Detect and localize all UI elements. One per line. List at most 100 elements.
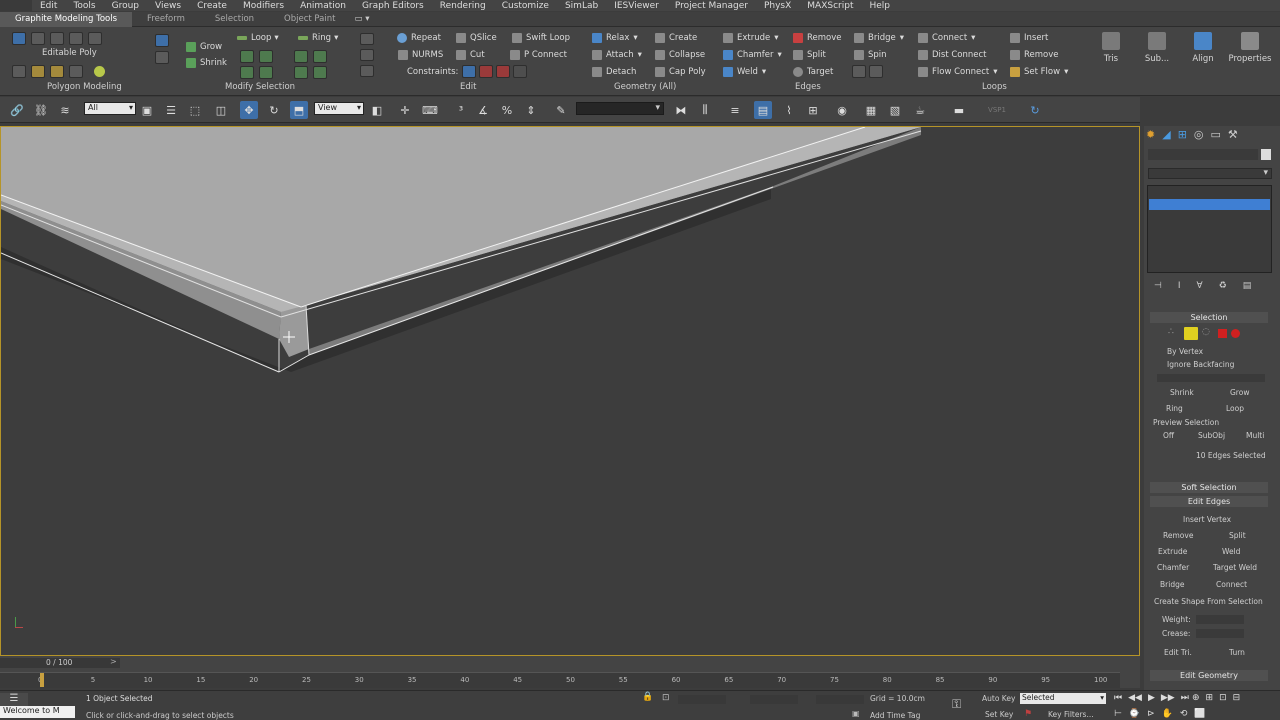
absolute-mode-icon[interactable]: ⊡: [662, 693, 670, 703]
zoom-extents-all-icon[interactable]: ⊟: [1233, 693, 1241, 703]
edit-geometry-rollout-header[interactable]: Edit Geometry: [1150, 670, 1268, 681]
weld-button[interactable]: Weld ▾: [723, 66, 766, 78]
qslice-button[interactable]: QSlice: [456, 32, 497, 44]
remove-edge-button[interactable]: Remove: [793, 32, 842, 44]
edge-level-icon[interactable]: [1184, 327, 1198, 340]
menu-animation[interactable]: Animation: [292, 1, 354, 11]
attach-button[interactable]: Attach ▾: [592, 49, 642, 61]
swift-loop-button[interactable]: Swift Loop: [512, 32, 570, 44]
app-logo[interactable]: [0, 0, 32, 11]
orbit-icon[interactable]: ⟲: [1180, 709, 1188, 719]
ring-mode-icon[interactable]: [294, 66, 308, 79]
step-loop-icon[interactable]: [360, 65, 374, 77]
create-tab-icon[interactable]: ✹: [1146, 128, 1155, 141]
key-filters-button[interactable]: Key Filters...: [1048, 710, 1094, 719]
bridge-button[interactable]: Bridge ▾: [854, 32, 904, 44]
render-production-icon[interactable]: ☕: [911, 101, 929, 119]
tab-freeform[interactable]: Freeform: [132, 12, 200, 27]
time-tag-icon[interactable]: ▣: [852, 709, 860, 718]
panel-loops[interactable]: Loops: [982, 82, 1007, 92]
loop-shrink-icon[interactable]: [259, 50, 273, 63]
shrink-button[interactable]: Shrink: [186, 57, 227, 69]
insert-loop-button[interactable]: Insert: [1010, 32, 1048, 44]
menu-customize[interactable]: Customize: [494, 1, 557, 11]
dist-connect-button[interactable]: Dist Connect: [918, 49, 987, 61]
zoom-extents-icon[interactable]: ⊡: [1219, 693, 1227, 703]
panel-edit[interactable]: Edit: [460, 82, 476, 92]
collapse-button[interactable]: Collapse: [655, 49, 705, 61]
preserve-uvs-icon[interactable]: [31, 65, 45, 78]
weld-panel-button[interactable]: Weld: [1222, 547, 1240, 556]
mini-listener-icon[interactable]: ☰: [0, 693, 28, 706]
selection-ring-button[interactable]: Ring: [1166, 404, 1183, 413]
select-by-name-icon[interactable]: ☰: [162, 101, 180, 119]
cut-button[interactable]: Cut: [456, 49, 485, 61]
stack-item-editable-poly[interactable]: [1149, 199, 1270, 210]
set-key-key-icon[interactable]: ⚿: [952, 697, 961, 712]
tris-button[interactable]: Tris: [1098, 32, 1124, 64]
maximize-viewport-icon[interactable]: ⬜: [1194, 709, 1205, 719]
panel-edges[interactable]: Edges: [795, 82, 821, 92]
edges-settings-icon[interactable]: [852, 65, 866, 78]
cap-poly-button[interactable]: Cap Poly: [655, 66, 706, 78]
menu-iesviewer[interactable]: IESViewer: [606, 1, 667, 11]
previous-frame-icon[interactable]: ◀◀: [1128, 693, 1142, 703]
fill-select-icon[interactable]: [360, 49, 374, 61]
detach-button[interactable]: Detach: [592, 66, 636, 78]
ring-grow-icon[interactable]: [294, 50, 308, 63]
material-editor-icon[interactable]: ◉: [833, 101, 851, 119]
flow-connect-button[interactable]: Flow Connect ▾: [918, 66, 998, 78]
set-key-button[interactable]: Set Key: [985, 710, 1013, 719]
chamfer-button[interactable]: Chamfer ▾: [723, 49, 782, 61]
auto-key-button[interactable]: Auto Key: [982, 694, 1015, 703]
menu-rendering[interactable]: Rendering: [432, 1, 494, 11]
utilities-tab-icon[interactable]: ⚒: [1228, 128, 1238, 141]
relax-button[interactable]: Relax ▾: [592, 32, 638, 44]
border-mode-icon[interactable]: [50, 32, 64, 45]
use-displacement-icon[interactable]: [69, 65, 83, 78]
selection-grow-button[interactable]: Grow: [1230, 388, 1249, 397]
chamfer-panel-button[interactable]: Chamfer: [1157, 563, 1189, 572]
select-and-scale-icon[interactable]: ⬒: [290, 101, 308, 119]
key-filter-dropdown[interactable]: Selected ▾: [1020, 693, 1106, 704]
ribbon-options-icon[interactable]: ▭ ▾: [350, 12, 373, 27]
loop-dot-loop-icon[interactable]: [259, 66, 273, 79]
mirror-icon[interactable]: ⧓: [672, 101, 690, 119]
tab-graphite-modeling-tools[interactable]: Graphite Modeling Tools: [0, 11, 133, 27]
percent-snap-icon[interactable]: %: [498, 101, 516, 119]
properties-button[interactable]: Properties: [1228, 32, 1272, 64]
reference-coordinate-dropdown[interactable]: View ▾: [314, 102, 364, 115]
make-unique-icon[interactable]: ∀: [1197, 281, 1203, 291]
configure-sets-icon[interactable]: ▤: [1243, 281, 1252, 291]
menu-maxscript[interactable]: MAXScript: [799, 1, 861, 11]
stack-item-turbosmooth[interactable]: [1149, 187, 1270, 198]
weight-spinner[interactable]: [1196, 615, 1244, 624]
perspective-viewport[interactable]: [0, 126, 1140, 656]
graphite-toggle-icon[interactable]: ▤: [754, 101, 772, 119]
menu-graph-editors[interactable]: Graph Editors: [354, 1, 432, 11]
nurms-button[interactable]: NURMS: [398, 49, 443, 61]
rectangular-region-icon[interactable]: ⬚: [186, 101, 204, 119]
split-panel-button[interactable]: Split: [1229, 531, 1246, 540]
align-button[interactable]: Align: [1188, 32, 1218, 64]
target-weld-button[interactable]: Target Weld: [1213, 563, 1257, 572]
maxscript-listener-input[interactable]: Welcome to M: [0, 706, 75, 718]
edit-named-selection-icon[interactable]: ✎: [552, 101, 570, 119]
collapse-stack-icon[interactable]: [155, 51, 169, 64]
menu-views[interactable]: Views: [147, 1, 189, 11]
current-frame-marker[interactable]: [40, 673, 44, 687]
repeat-last-icon[interactable]: [50, 65, 64, 78]
pivot-center-icon[interactable]: ◧: [368, 101, 386, 119]
constraint-edge-icon[interactable]: [479, 65, 493, 78]
toggle-command-panel-icon[interactable]: [94, 66, 105, 77]
menu-group[interactable]: Group: [104, 1, 147, 11]
motion-tab-icon[interactable]: ◎: [1194, 128, 1204, 141]
add-time-tag-button[interactable]: Add Time Tag: [870, 711, 920, 720]
schematic-view-icon[interactable]: ⊞: [804, 101, 822, 119]
play-icon[interactable]: ▶: [1148, 693, 1155, 703]
go-to-end-icon[interactable]: ⏭: [1181, 693, 1189, 703]
loop-mode-icon[interactable]: [240, 66, 254, 79]
zoom-all-icon[interactable]: ⊞: [1206, 693, 1214, 703]
bridge-panel-button[interactable]: Bridge: [1160, 580, 1184, 589]
ring-dot-ring-icon[interactable]: [313, 66, 327, 79]
